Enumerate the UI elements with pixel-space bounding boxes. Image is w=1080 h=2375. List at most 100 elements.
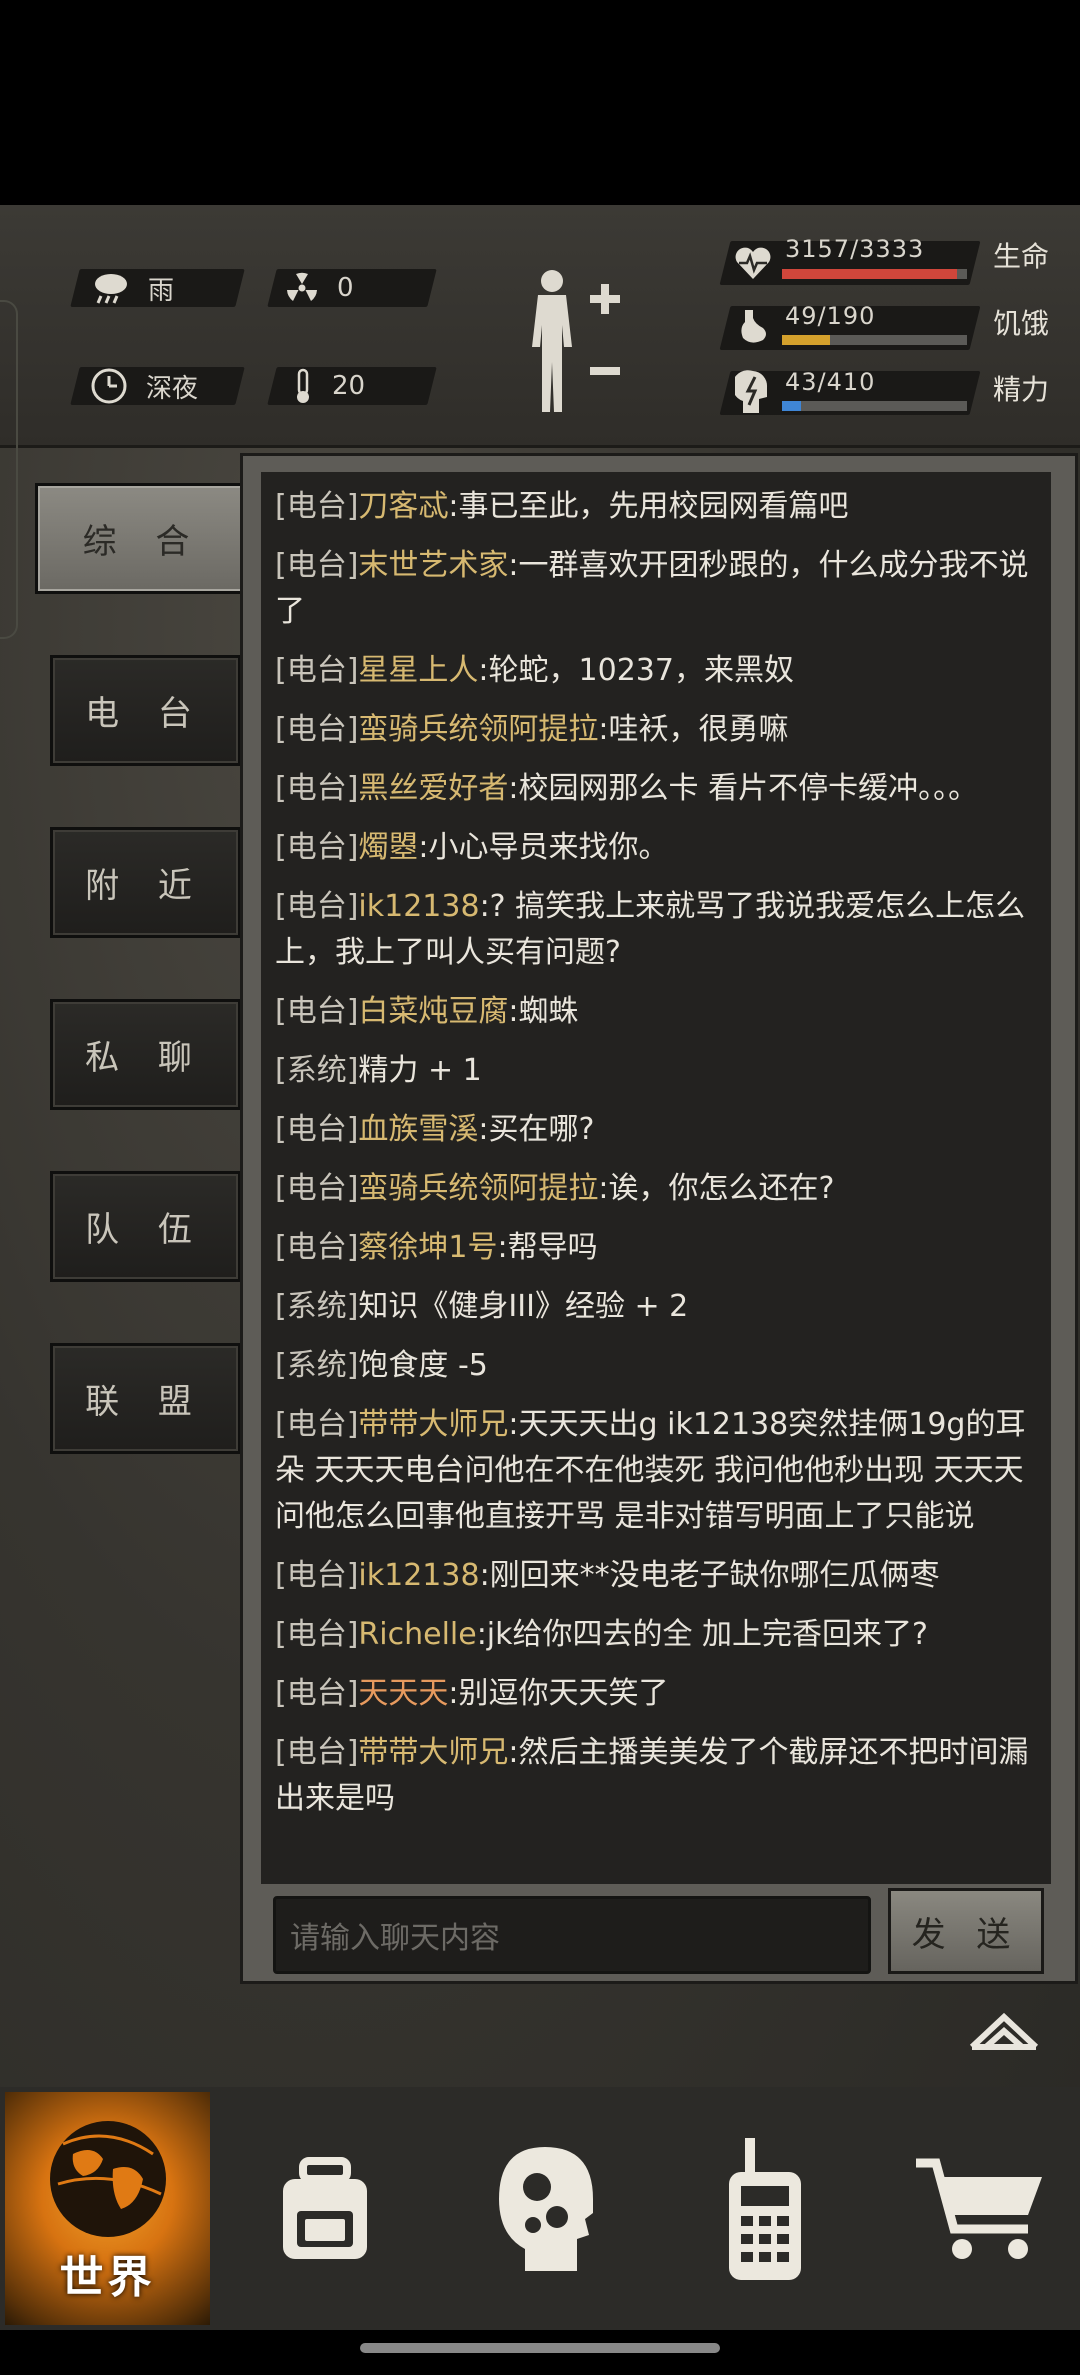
nav-skills[interactable] [445, 2092, 645, 2325]
thermometer-icon [297, 368, 309, 403]
heart-icon [735, 247, 771, 279]
top-black-band [0, 0, 1080, 205]
tab-alliance[interactable]: 联 盟 [50, 1343, 241, 1454]
side-drawer-handle[interactable] [0, 300, 18, 639]
chat-username[interactable]: 蛮骑兵统领阿提拉 [358, 712, 598, 747]
chat-input[interactable]: 请输入聊天内容 [273, 1896, 871, 1974]
chat-message: [电台]燭曌:小心导员来找你。 [261, 825, 1051, 871]
bottom-nav: 世界 [0, 2087, 1080, 2330]
chat-channel-tag: [电台] [275, 548, 359, 583]
chat-username[interactable]: Richelle [358, 1617, 476, 1652]
energy-bar [782, 401, 967, 411]
chat-message: [电台]血族雪溪:买在哪? [261, 1107, 1051, 1153]
nav-world-label: 世界 [59, 2252, 156, 2303]
nav-world[interactable]: 世界 [5, 2092, 210, 2325]
brain-gear-icon [499, 2146, 593, 2271]
chat-channel-tag: [电台] [275, 1735, 359, 1770]
send-button[interactable]: 发 送 [888, 1888, 1044, 1974]
chat-text: :买在哪? [478, 1112, 595, 1147]
chat-text: :小心导员来找你。 [418, 830, 669, 865]
chat-username[interactable]: 刀客忒 [358, 489, 448, 524]
tab-private-chat[interactable]: 私 聊 [50, 999, 241, 1110]
chat-username[interactable]: 末世艺术家 [358, 548, 508, 583]
stomach-icon [741, 310, 766, 343]
chat-channel-tag: [电台] [275, 1112, 359, 1147]
chat-channel-tag: [电台] [275, 1558, 359, 1593]
chat-message: [电台]带带大师兄:然后主播美美发了个截屏还不把时间漏出来是吗 [261, 1730, 1051, 1822]
weather-value: 雨 [148, 275, 175, 306]
chat-input-placeholder: 请输入聊天内容 [290, 1921, 500, 1956]
chat-channel-tag: [系统] [275, 1053, 359, 1088]
chat-username[interactable]: 星星上人 [358, 653, 478, 688]
chat-username[interactable]: ik12138 [358, 889, 479, 924]
chat-username[interactable]: 白菜炖豆腐 [358, 994, 508, 1029]
chat-message: [电台]ik12138:刚回来**没电老子缺你哪仨瓜俩枣 [261, 1553, 1051, 1599]
chat-text: :事已至此，先用校园网看篇吧 [448, 489, 849, 524]
chat-message: [系统]知识《健身III》经验 + 2 [261, 1284, 1051, 1330]
chat-message: [电台]蛮骑兵统领阿提拉:诶，你怎么还在? [261, 1166, 1051, 1212]
hunger-value: 49/190 [785, 302, 876, 330]
status-bar: 雨 0 深夜 20 3157/3333 生命 49/190 饥饿 43/410 … [0, 205, 1080, 448]
rain-cloud-icon [95, 274, 127, 304]
chat-channel-tag: [电台] [275, 1407, 359, 1442]
chat-channel-tag: [电台] [275, 1676, 359, 1711]
chat-message: [电台]蔡徐坤1号:帮导吗 [261, 1225, 1051, 1271]
chat-username[interactable]: 蔡徐坤1号 [358, 1230, 497, 1265]
chat-text: :诶，你怎么还在? [598, 1171, 835, 1206]
chat-message: [电台]黑丝爱好者:校园网那么卡 看片不停卡缓冲。。。 [261, 766, 1051, 812]
chat-username[interactable]: 天天天 [358, 1676, 448, 1711]
chat-channel-tag: [电台] [275, 653, 359, 688]
chat-channel-tag: [系统] [275, 1289, 359, 1324]
chat-channel-tag: [电台] [275, 830, 359, 865]
nav-radio[interactable] [665, 2092, 865, 2325]
collapse-up-icon[interactable] [968, 2011, 1040, 2051]
chat-text: :jk给你四去的全 加上完香回来了? [476, 1617, 928, 1652]
chat-username[interactable]: 蛮骑兵统领阿提拉 [358, 1171, 598, 1206]
home-indicator[interactable] [360, 2343, 720, 2353]
health-bar [782, 269, 967, 279]
body-status-icon[interactable] [520, 267, 625, 417]
chat-username[interactable]: 带带大师兄 [358, 1735, 508, 1770]
tab-radio[interactable]: 电 台 [50, 655, 241, 766]
chat-message: [电台]白菜炖豆腐:蜘蛛 [261, 989, 1051, 1035]
chat-username[interactable]: 黑丝爱好者 [358, 771, 508, 806]
temperature-value: 20 [332, 371, 366, 401]
chat-text: :轮蛇，10237，来黑奴 [478, 653, 794, 688]
nav-inventory[interactable] [225, 2092, 425, 2325]
clock-icon [91, 368, 127, 404]
chat-channel-tag: [电台] [275, 889, 359, 924]
chat-text: 知识《健身III》经验 + 2 [358, 1289, 689, 1324]
chat-text: :哇袄，很勇嘛 [598, 712, 789, 747]
chat-channel-tag: [电台] [275, 489, 359, 524]
chat-username[interactable]: 燭曌 [358, 830, 418, 865]
nav-shop[interactable] [880, 2092, 1080, 2325]
globe-icon [49, 2121, 166, 2237]
energy-value: 43/410 [785, 368, 876, 396]
chat-message: [电台]天天天:别逗你天天笑了 [261, 1671, 1051, 1717]
chat-message-list[interactable]: [电台]刀客忒:事已至此，先用校园网看篇吧 [电台]末世艺术家:一群喜欢开团秒跟的… [261, 472, 1051, 1884]
health-value: 3157/3333 [785, 235, 925, 263]
chat-channel-tag: [电台] [275, 1230, 359, 1265]
chat-text: :别逗你天天笑了 [448, 1676, 669, 1711]
chat-text: 饱食度 -5 [358, 1348, 488, 1383]
tab-nearby[interactable]: 附 近 [50, 827, 241, 938]
chat-username[interactable]: ik12138 [358, 1558, 479, 1593]
chat-username[interactable]: 血族雪溪 [358, 1112, 478, 1147]
chat-message: [电台]星星上人:轮蛇，10237，来黑奴 [261, 648, 1051, 694]
hunger-bar-fill [782, 335, 830, 345]
energy-label: 精力 [993, 373, 1050, 406]
tab-team[interactable]: 队 伍 [50, 1171, 241, 1282]
chat-message: [电台]刀客忒:事已至此，先用校园网看篇吧 [261, 484, 1051, 530]
chat-username[interactable]: 带带大师兄 [358, 1407, 508, 1442]
tab-general[interactable]: 综 合 [35, 483, 251, 594]
chat-channel-tag: [电台] [275, 1617, 359, 1652]
game-screen: 雨 0 深夜 20 3157/3333 生命 49/190 饥饿 43/410 … [0, 205, 1080, 2330]
health-bar-fill [782, 269, 958, 279]
time-value: 深夜 [146, 373, 199, 404]
chat-text: :帮导吗 [497, 1230, 598, 1265]
chat-panel: [电台]刀客忒:事已至此，先用校园网看篇吧 [电台]末世艺术家:一群喜欢开团秒跟的… [240, 453, 1078, 1984]
chat-message: [电台]Richelle:jk给你四去的全 加上完香回来了? [261, 1612, 1051, 1658]
chat-text: :蜘蛛 [508, 994, 579, 1029]
walkie-talkie-icon [729, 2137, 801, 2280]
chat-message: [电台]带带大师兄:天天天出g ik12138突然挂俩19g的耳朵 天天天电台问… [261, 1402, 1051, 1540]
